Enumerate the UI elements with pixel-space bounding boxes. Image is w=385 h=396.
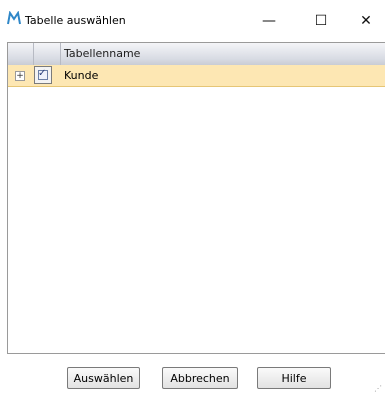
grid-header: Tabellenname xyxy=(8,43,385,66)
header-cell-check xyxy=(34,43,61,65)
cancel-button[interactable]: Abbrechen xyxy=(162,367,238,389)
column-header-tablename[interactable]: Tabellenname xyxy=(64,47,140,60)
header-cell-expand xyxy=(8,43,34,65)
dialog-footer: Auswählen Abbrechen Hilfe ⋰ xyxy=(0,354,385,396)
checkbox-cell[interactable]: ✓ xyxy=(34,66,52,84)
minimize-button[interactable]: — xyxy=(246,6,292,36)
app-logo-icon xyxy=(7,10,21,25)
table-grid[interactable]: Tabellenname + ✓ Kunde xyxy=(7,42,385,354)
close-button[interactable]: ✕ xyxy=(343,6,385,36)
resize-grip-icon[interactable]: ⋰ xyxy=(374,384,382,393)
checkmark-icon: ✓ xyxy=(38,68,47,79)
maximize-button[interactable]: ☐ xyxy=(298,6,344,36)
expand-icon[interactable]: + xyxy=(15,71,25,81)
select-button[interactable]: Auswählen xyxy=(67,367,140,389)
table-checkbox[interactable]: ✓ xyxy=(38,68,48,80)
table-row[interactable]: + ✓ Kunde xyxy=(8,65,385,87)
window-title: Tabelle auswählen xyxy=(25,14,126,27)
title-bar: Tabelle auswählen — ☐ ✕ xyxy=(0,0,385,42)
table-name-cell: Kunde xyxy=(64,69,99,82)
help-button[interactable]: Hilfe xyxy=(257,367,331,389)
